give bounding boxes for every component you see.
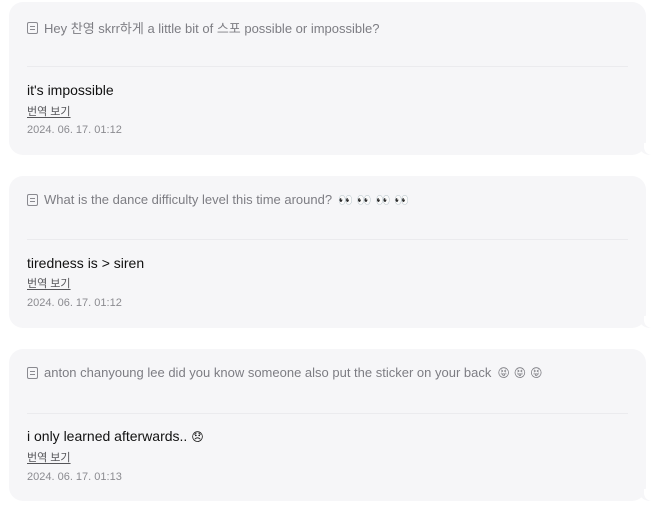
answer-label: it's impossible [27,82,114,98]
question-text: anton chanyoung lee did you know someone… [44,365,492,380]
translate-link[interactable]: 번역 보기 [27,275,71,291]
divider [27,413,628,414]
timestamp: 2024. 06. 17. 01:12 [27,124,122,136]
question-emoji: 👀 👀 👀 👀 [338,192,410,207]
answer-label: i only learned afterwards.. [27,428,188,444]
translate-link[interactable]: 번역 보기 [27,449,71,465]
timestamp: 2024. 06. 17. 01:12 [27,297,122,309]
note-icon [27,366,38,379]
qa-feed: Hey 찬영 skrr하게 a little bit of 스포 possibl… [0,0,655,506]
question-text: What is the dance difficulty level this … [44,192,333,207]
translate-link[interactable]: 번역 보기 [27,103,71,119]
question-row: What is the dance difficulty level this … [27,192,409,207]
answer-emoji: 😞 [191,430,204,444]
bubble-tail [638,489,652,501]
answer-text: i only learned afterwards.. 😞 [27,428,204,444]
qa-card: anton chanyoung lee did you know someone… [9,349,652,501]
answer-text: it's impossible [27,82,114,98]
qa-card: What is the dance difficulty level this … [9,176,652,328]
divider [27,66,628,67]
answer-label: tiredness is > siren [27,255,145,271]
qa-card: Hey 찬영 skrr하게 a little bit of 스포 possibl… [9,2,652,155]
timestamp: 2024. 06. 17. 01:13 [27,471,122,483]
divider [27,239,628,240]
note-icon [27,193,38,206]
question-text: Hey 찬영 skrr하게 a little bit of 스포 possibl… [44,21,380,36]
bubble-tail [638,143,652,155]
question-emoji: 😝 😝 😝 [497,365,543,380]
question-row: anton chanyoung lee did you know someone… [27,365,543,380]
note-icon [27,21,38,34]
question-row: Hey 찬영 skrr하게 a little bit of 스포 possibl… [27,18,385,37]
answer-text: tiredness is > siren [27,255,144,271]
bubble-tail [638,316,652,328]
